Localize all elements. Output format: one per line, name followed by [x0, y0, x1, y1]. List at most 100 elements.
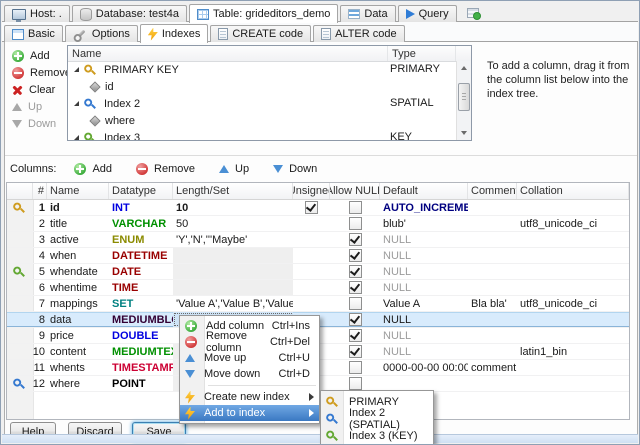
index-tree-row-where[interactable]: where	[68, 112, 456, 129]
column-name-cell[interactable]: whentime	[47, 280, 109, 295]
unsigned-checkbox[interactable]	[305, 201, 318, 214]
column-name-cell[interactable]: content	[47, 344, 109, 359]
refresh-grid-icon[interactable]	[467, 8, 479, 18]
grid-row-mappings[interactable]: 7mappingsSET'Value A','Value B','Value C…	[7, 296, 629, 312]
default-cell[interactable]: NULL	[380, 328, 468, 343]
grid-row-active[interactable]: 3activeENUM'Y','N','''Maybe'NULL	[7, 232, 629, 248]
comment-cell[interactable]	[468, 280, 517, 295]
main-tab-data[interactable]: Data	[340, 5, 395, 22]
collation-cell[interactable]	[517, 280, 629, 295]
allow-null-cell[interactable]	[330, 312, 380, 327]
collation-cell[interactable]	[517, 248, 629, 263]
columns-add-button[interactable]: Add	[72, 161, 114, 178]
column-name-cell[interactable]: whents	[47, 360, 109, 375]
grid-header-default[interactable]: Default	[380, 183, 468, 199]
main-tab-table-grideditors-demo[interactable]: Table: grideditors_demo	[189, 4, 338, 23]
unsigned-cell[interactable]	[293, 248, 330, 263]
grid-header-comment[interactable]: Comment	[468, 183, 517, 199]
datatype-cell[interactable]: POINT	[109, 376, 173, 391]
datatype-cell[interactable]: TIMESTAMP	[109, 360, 173, 375]
length-set-cell[interactable]: 50	[173, 216, 293, 231]
grid-header-allow-null[interactable]: Allow NULL	[330, 183, 380, 199]
allow-null-cell[interactable]	[330, 264, 380, 279]
column-name-cell[interactable]: id	[47, 200, 109, 215]
menu-item-remove-column[interactable]: Remove columnCtrl+Del	[180, 334, 319, 350]
index-tree-row-primary-key[interactable]: PRIMARY KEYPRIMARY	[68, 61, 456, 78]
allow-null-checkbox[interactable]	[349, 297, 362, 310]
unsigned-cell[interactable]	[293, 200, 330, 215]
default-cell[interactable]: NULL	[380, 280, 468, 295]
allow-null-cell[interactable]	[330, 328, 380, 343]
allow-null-checkbox[interactable]	[349, 313, 362, 326]
scroll-down-button[interactable]	[457, 126, 471, 140]
allow-null-checkbox[interactable]	[349, 249, 362, 262]
menu-item-create-new-index[interactable]: Create new index	[180, 389, 319, 405]
grid-header-unsigned[interactable]: Unsigned	[293, 183, 330, 199]
comment-cell[interactable]	[468, 328, 517, 343]
scroll-up-button[interactable]	[457, 61, 471, 75]
allow-null-checkbox[interactable]	[349, 281, 362, 294]
length-set-cell[interactable]	[173, 280, 293, 295]
collation-cell[interactable]: latin1_bin	[517, 344, 629, 359]
collation-cell[interactable]	[517, 264, 629, 279]
comment-cell[interactable]	[468, 248, 517, 263]
submenu-item-index-2-spatial[interactable]: Index 2 (SPATIAL)	[321, 410, 433, 427]
datatype-cell[interactable]: ENUM	[109, 232, 173, 247]
allow-null-checkbox[interactable]	[349, 329, 362, 342]
allow-null-checkbox[interactable]	[349, 265, 362, 278]
allow-null-checkbox[interactable]	[349, 201, 362, 214]
grid-header-[interactable]: #	[33, 183, 47, 199]
column-name-cell[interactable]: title	[47, 216, 109, 231]
grid-row-id[interactable]: 1idINT10AUTO_INCREMENT	[7, 200, 629, 216]
collation-cell[interactable]	[517, 312, 629, 327]
datatype-cell[interactable]: VARCHAR	[109, 216, 173, 231]
default-cell[interactable]: NULL	[380, 264, 468, 279]
sub-tab-indexes[interactable]: Indexes	[140, 24, 209, 43]
comment-cell[interactable]	[468, 216, 517, 231]
default-cell[interactable]: Value A	[380, 296, 468, 311]
collation-cell[interactable]	[517, 376, 629, 391]
comment-cell[interactable]	[468, 344, 517, 359]
length-set-cell[interactable]	[173, 264, 293, 279]
index-clear-button[interactable]: Clear	[10, 81, 73, 98]
allow-null-cell[interactable]	[330, 360, 380, 375]
default-cell[interactable]	[380, 376, 468, 391]
tree-expander-icon[interactable]	[74, 67, 79, 72]
grid-header-datatype[interactable]: Datatype	[109, 183, 173, 199]
grid-row-title[interactable]: 2titleVARCHAR50blub'utf8_unicode_ci	[7, 216, 629, 232]
datatype-cell[interactable]: TIME	[109, 280, 173, 295]
index-tree-row-id[interactable]: id	[68, 78, 456, 95]
column-name-cell[interactable]: where	[47, 376, 109, 391]
allow-null-cell[interactable]	[330, 376, 380, 391]
datatype-cell[interactable]: DATETIME	[109, 248, 173, 263]
collation-cell[interactable]	[517, 200, 629, 215]
collation-cell[interactable]: utf8_unicode_ci	[517, 216, 629, 231]
comment-cell[interactable]: Bla bla'	[468, 296, 517, 311]
collation-cell[interactable]	[517, 360, 629, 375]
sub-tab-alter-code[interactable]: ALTER code	[313, 25, 405, 42]
allow-null-cell[interactable]	[330, 216, 380, 231]
length-set-cell[interactable]	[173, 248, 293, 263]
grid-header-collation[interactable]: Collation	[517, 183, 629, 199]
index-list-header-type[interactable]: Type	[388, 46, 456, 61]
column-name-cell[interactable]: whendate	[47, 264, 109, 279]
columns-down-button[interactable]: Down	[271, 161, 319, 178]
grid-row-when[interactable]: 4whenDATETIMENULL	[7, 248, 629, 264]
column-name-cell[interactable]: mappings	[47, 296, 109, 311]
comment-cell[interactable]	[468, 312, 517, 327]
allow-null-checkbox[interactable]	[349, 233, 362, 246]
index-add-button[interactable]: Add	[10, 47, 73, 64]
menu-item-add-to-index[interactable]: Add to index	[180, 405, 319, 421]
length-set-cell[interactable]: 'Y','N','''Maybe'	[173, 232, 293, 247]
unsigned-cell[interactable]	[293, 280, 330, 295]
datatype-cell[interactable]: SET	[109, 296, 173, 311]
unsigned-cell[interactable]	[293, 296, 330, 311]
default-cell[interactable]: NULL	[380, 312, 468, 327]
allow-null-cell[interactable]	[330, 280, 380, 295]
menu-item-move-up[interactable]: Move upCtrl+U	[180, 350, 319, 366]
scrollbar-thumb[interactable]	[458, 83, 470, 111]
datatype-cell[interactable]: DATE	[109, 264, 173, 279]
allow-null-checkbox[interactable]	[349, 345, 362, 358]
unsigned-cell[interactable]	[293, 232, 330, 247]
unsigned-cell[interactable]	[293, 216, 330, 231]
